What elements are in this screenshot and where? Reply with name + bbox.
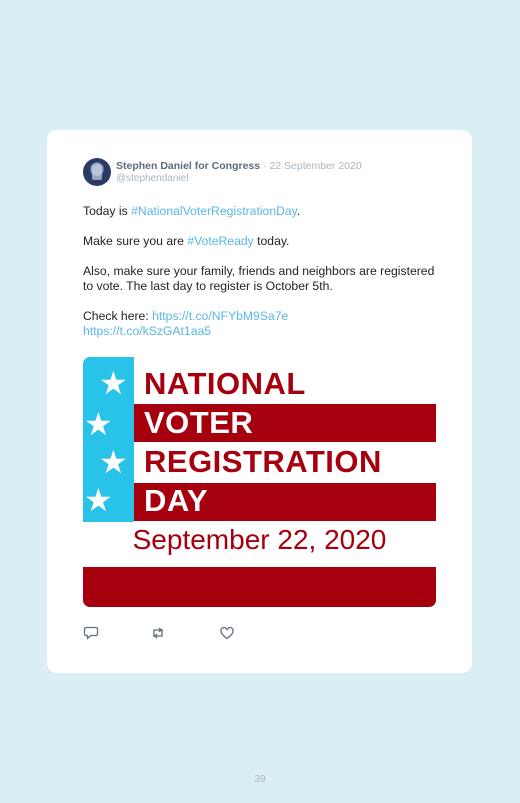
- banner-line-registration: REGISTRATION: [144, 444, 382, 479]
- reply-icon[interactable]: [83, 626, 99, 640]
- separator-dot: ·: [263, 160, 267, 172]
- tweet-paragraph-4: Check here: https://t.co/NFYbM9Sa7e https…: [83, 309, 443, 339]
- banner-line-national: NATIONAL: [144, 366, 306, 401]
- retweet-icon[interactable]: [150, 626, 166, 640]
- hashtag-link[interactable]: #NationalVoterRegistrationDay: [131, 204, 297, 218]
- text-span: .: [296, 204, 301, 218]
- text-span: Check here:: [83, 309, 153, 323]
- tweet-paragraph-3: Also, make sure your family, friends and…: [83, 264, 435, 293]
- text-span: Today is: [83, 204, 132, 218]
- avatar[interactable]: [83, 158, 111, 186]
- page-number: 39: [254, 774, 266, 785]
- banner-date: September 22, 2020: [132, 524, 387, 555]
- url-link[interactable]: https://t.co/NFYbM9Sa7e: [152, 309, 288, 323]
- author-name[interactable]: Stephen Daniel for Congress: [116, 160, 260, 172]
- tweet-header: Stephen Daniel for Congress · 22 Septemb…: [116, 160, 362, 172]
- star-icon: ★: [84, 405, 113, 443]
- banner-bottom-bar: [83, 567, 436, 607]
- tweet-text: Today is #NationalVoterRegistrationDay. …: [83, 204, 443, 354]
- tweet-date[interactable]: 22 September 2020: [269, 160, 361, 172]
- text-span: today.: [253, 234, 290, 248]
- banner-line-day: DAY: [144, 483, 209, 518]
- url-link[interactable]: https://t.co/kSzGAt1aa5: [83, 324, 211, 338]
- heart-icon[interactable]: [219, 626, 235, 640]
- tweet-paragraph-1: Today is #NationalVoterRegistrationDay.: [83, 204, 443, 219]
- author-handle[interactable]: @stephendaniel: [116, 173, 188, 184]
- stars-column: ★ ★ ★ ★: [83, 357, 134, 522]
- star-icon: ★: [99, 364, 128, 402]
- tweet-paragraph-2: Make sure you are #VoteReady today.: [83, 234, 443, 249]
- star-icon: ★: [84, 481, 113, 519]
- hashtag-link[interactable]: #VoteReady: [187, 234, 253, 248]
- banner-line-voter: VOTER: [144, 405, 254, 440]
- text-span: Make sure you are: [83, 234, 188, 248]
- tweet-image[interactable]: ★ ★ ★ ★ NATIONAL VOTER REGISTRATION DAY …: [83, 357, 436, 607]
- tweet-card: Stephen Daniel for Congress · 22 Septemb…: [47, 130, 472, 673]
- star-icon: ★: [99, 443, 128, 481]
